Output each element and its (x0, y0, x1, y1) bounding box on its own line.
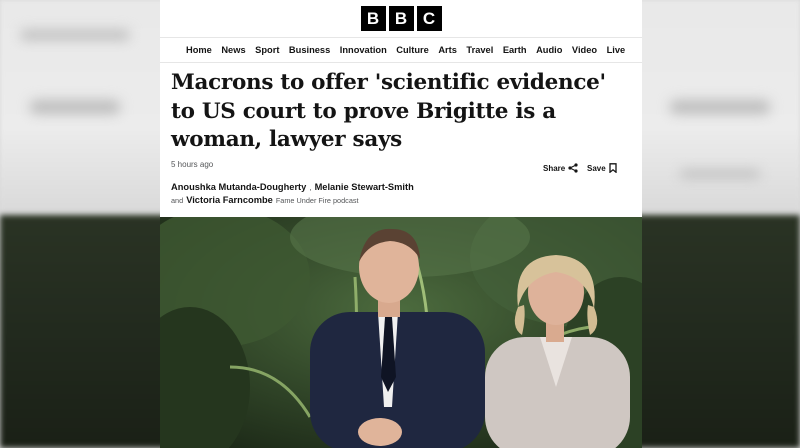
author-name[interactable]: Victoria Farncombe (186, 195, 273, 205)
logo-letter: B (388, 6, 414, 31)
background-blur-shape (670, 100, 770, 114)
save-button[interactable]: Save (587, 163, 617, 173)
nav-item-business[interactable]: Business (289, 45, 330, 55)
nav-item-arts[interactable]: Arts (438, 45, 457, 55)
share-label: Share (543, 163, 566, 173)
author-conjunction: and (171, 196, 184, 205)
author-role: Fame Under Fire podcast (275, 196, 359, 205)
nav-item-travel[interactable]: Travel (466, 45, 493, 55)
article-timestamp: 5 hours ago (171, 160, 214, 169)
bbc-logo[interactable]: B B C (360, 6, 442, 31)
byline-line-2: and Victoria Farncombe Fame Under Fire pod… (171, 195, 631, 205)
nav-item-culture[interactable]: Culture (396, 45, 429, 55)
nav-item-live[interactable]: Live (607, 45, 626, 55)
main-nav: Home News Sport Business Innovation Cult… (160, 37, 642, 63)
share-button[interactable]: Share (543, 163, 578, 173)
save-label: Save (587, 163, 606, 173)
nav-item-home[interactable]: Home (186, 45, 212, 55)
nav-item-sport[interactable]: Sport (255, 45, 279, 55)
article-lead-image (160, 217, 642, 448)
author-separator: , (309, 183, 312, 192)
background-blur-shape (30, 100, 120, 114)
logo-letter: B (360, 6, 386, 31)
lead-image-illustration (160, 217, 642, 448)
nav-item-video[interactable]: Video (572, 45, 597, 55)
author-name[interactable]: Melanie Stewart-Smith (315, 182, 414, 192)
bookmark-icon (609, 163, 617, 173)
nav-item-innovation[interactable]: Innovation (340, 45, 387, 55)
background-blur-shape (20, 30, 130, 40)
background-blur-shape (680, 170, 760, 178)
nav-item-earth[interactable]: Earth (503, 45, 527, 55)
article-page: B B C Home News Sport Business Innovatio… (160, 0, 642, 448)
logo-letter: C (416, 6, 442, 31)
share-icon (568, 163, 578, 173)
masthead: B B C (160, 0, 642, 37)
nav-item-news[interactable]: News (221, 45, 245, 55)
article-byline: Anoushka Mutanda-Dougherty, Melanie Stewa… (171, 182, 631, 205)
article-headline: Macrons to offer 'scientific evidence' t… (171, 70, 606, 152)
article-meta: 5 hours ago Share Save (171, 159, 631, 177)
byline-line-1: Anoushka Mutanda-Dougherty, Melanie Stewa… (171, 182, 631, 192)
author-name[interactable]: Anoushka Mutanda-Dougherty (171, 182, 306, 192)
nav-item-audio[interactable]: Audio (536, 45, 562, 55)
